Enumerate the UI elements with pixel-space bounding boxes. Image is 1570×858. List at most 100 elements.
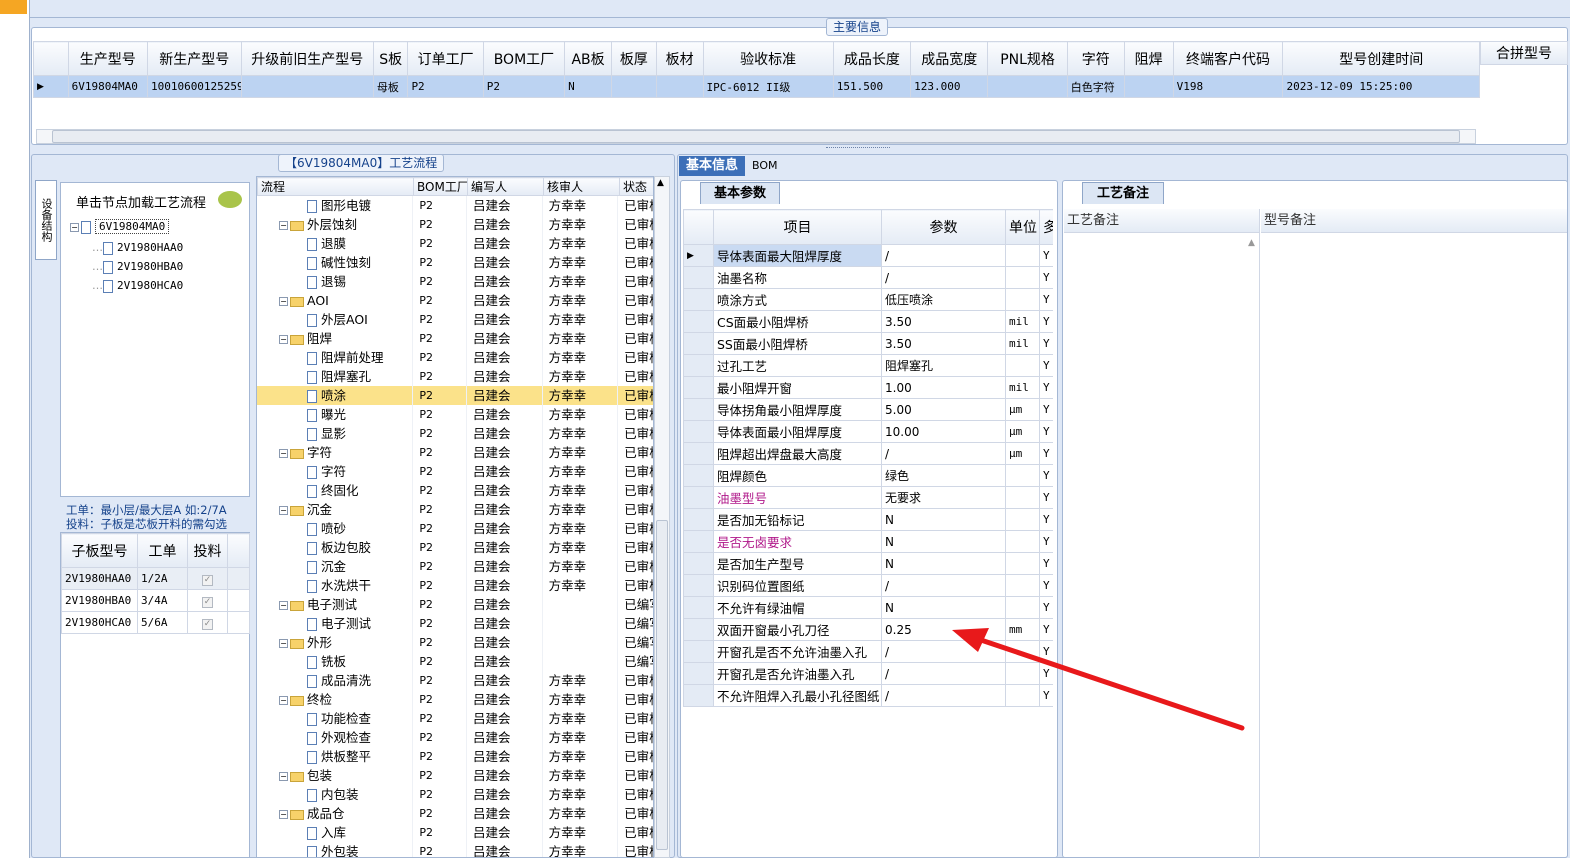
param-value-cell[interactable]: / [881,640,1006,663]
param-multi-cell[interactable]: Y [1039,376,1053,399]
process-scroll-thumb[interactable] [656,520,668,850]
main-col-header[interactable]: 成品长度 [832,41,912,76]
param-row[interactable]: 导体拐角最小阻焊厚度 5.00 μm Y [683,398,1053,421]
process-row[interactable]: − 沉金 P2吕建会方幸幸已审核 [257,500,653,519]
param-multi-cell[interactable]: Y [1039,310,1053,333]
param-row[interactable]: ▶ 导体表面最大阻焊厚度 / Y [683,244,1053,267]
param-multi-cell[interactable]: Y [1039,662,1053,685]
main-cell[interactable]: N [564,75,612,98]
notes-scroll-up-icon[interactable]: ▲ [1248,238,1255,248]
main-col-header[interactable]: PNL规格 [987,41,1068,76]
collapse-icon[interactable]: − [279,449,288,458]
param-multi-cell[interactable]: Y [1039,508,1053,531]
main-col-header[interactable]: 成品宽度 [910,41,989,76]
main-cell[interactable]: 2023-12-09 15:25:00 [1282,75,1480,98]
param-value-cell[interactable]: 1.00 [881,376,1006,399]
main-col-header[interactable]: 板厚 [610,41,657,76]
param-value-cell[interactable]: / [881,662,1006,685]
collapse-icon[interactable]: − [279,772,288,781]
tab-basic-params[interactable]: 基本参数 [700,182,780,204]
sub-col-header[interactable]: 子板型号 [61,533,138,568]
process-row[interactable]: 阻焊前处理 P2吕建会方幸幸已审核 [257,348,653,367]
process-row[interactable]: 碱性蚀刻 P2吕建会方幸幸已审核 [257,253,653,272]
param-row[interactable]: 是否加无铅标记 N Y [683,508,1053,531]
main-cell[interactable] [655,75,704,98]
collapse-icon[interactable]: − [279,810,288,819]
param-row[interactable]: 阻焊超出焊盘最大高度 / μm Y [683,442,1053,465]
sub-board-row[interactable]: 2V1980HCA0 5/6A ✓ [61,611,250,634]
param-value-cell[interactable]: / [881,574,1006,597]
param-row[interactable]: 不允许阻焊入孔最小孔径图纸 / Y [683,684,1053,707]
param-multi-cell[interactable]: Y [1039,420,1053,443]
process-row[interactable]: − AOI P2吕建会方幸幸已审核 [257,291,653,310]
process-row[interactable]: 图形电镀 P2吕建会方幸幸已审核 [257,196,653,215]
process-row[interactable]: 外包装 P2吕建会方幸幸已审核 [257,842,653,857]
scroll-thumb[interactable] [52,130,1460,143]
splitter-handle[interactable] [826,147,890,153]
process-row[interactable]: 终固化 P2吕建会方幸幸已审核 [257,481,653,500]
param-multi-cell[interactable]: Y [1039,288,1053,311]
param-row[interactable]: 是否无卤要求 N Y [683,530,1053,553]
process-row[interactable]: 沉金 P2吕建会方幸幸已审核 [257,557,653,576]
param-multi-cell[interactable]: Y [1039,266,1053,289]
param-row[interactable]: 阻焊颜色 绿色 Y [683,464,1053,487]
collapse-icon[interactable]: − [70,222,79,232]
process-col-header[interactable]: 流程 [257,177,414,196]
main-col-header[interactable]: 阻焊 [1123,41,1174,76]
param-multi-cell[interactable]: Y [1039,398,1053,421]
main-cell[interactable] [610,75,657,98]
tree-child-node[interactable]: … 2V1980HCA0 [92,276,183,295]
process-row[interactable]: 电子测试 P2吕建会 已编写 [257,614,653,633]
main-cell[interactable]: V198 [1172,75,1284,98]
process-row[interactable]: 内包装 P2吕建会方幸幸已审核 [257,785,653,804]
param-value-cell[interactable]: N [881,508,1006,531]
param-multi-cell[interactable]: Y [1039,354,1053,377]
process-row[interactable]: − 电子测试 P2吕建会 已编写 [257,595,653,614]
param-multi-cell[interactable]: Y [1039,552,1053,575]
param-row[interactable]: 是否加生产型号 N Y [683,552,1053,575]
main-cell[interactable]: IPC-6012 II级 [702,75,834,98]
params-col-header[interactable]: 多 [1039,209,1053,245]
feed-checkbox[interactable]: ✓ [202,575,213,586]
param-row[interactable]: CS面最小阻焊桥 3.50 mil Y [683,310,1053,333]
params-col-header[interactable]: 参数 [881,209,1006,245]
process-row[interactable]: 外层AOI P2吕建会方幸幸已审核 [257,310,653,329]
process-col-header[interactable]: 编写人 [467,177,544,196]
param-multi-cell[interactable]: Y [1039,464,1053,487]
feed-checkbox[interactable]: ✓ [202,597,213,608]
process-row[interactable]: 曝光 P2吕建会方幸幸已审核 [257,405,653,424]
main-col-header[interactable]: 升级前旧生产型号 [240,41,374,76]
tree-child-node[interactable]: … 2V1980HAA0 [92,238,183,257]
param-value-cell[interactable]: 绿色 [881,464,1006,487]
param-value-cell[interactable]: N [881,530,1006,553]
main-cell[interactable]: 母板 [372,75,409,98]
param-value-cell[interactable]: / [881,266,1006,289]
params-col-header[interactable]: 单位 [1005,209,1040,245]
main-col-header[interactable]: 新生产型号 [146,41,242,76]
collapse-icon[interactable]: − [279,221,288,230]
process-row[interactable]: − 包装 P2吕建会方幸幸已审核 [257,766,653,785]
sub-board-row[interactable]: 2V1980HAA0 1/2A ✓ [61,567,250,590]
process-row[interactable]: − 外形 P2吕建会 已编写 [257,633,653,652]
param-value-cell[interactable]: 低压喷涂 [881,288,1006,311]
main-col-header[interactable]: 板材 [655,41,704,76]
tab-process-notes[interactable]: 工艺备注 [1082,182,1164,204]
process-row[interactable]: 板边包胶 P2吕建会方幸幸已审核 [257,538,653,557]
process-row[interactable]: 外观检查 P2吕建会方幸幸已审核 [257,728,653,747]
param-multi-cell[interactable]: Y [1039,574,1053,597]
main-cell[interactable]: 123.000 [910,75,989,98]
sub-board-row[interactable]: 2V1980HBA0 3/4A ✓ [61,589,250,612]
process-row[interactable]: − 外层蚀刻 P2吕建会方幸幸已审核 [257,215,653,234]
tab-basic-info[interactable]: 基本信息 [679,156,745,176]
process-row[interactable]: 喷砂 P2吕建会方幸幸已审核 [257,519,653,538]
param-value-cell[interactable]: 5.00 [881,398,1006,421]
main-col-header[interactable]: 型号创建时间 [1282,41,1480,76]
sub-order-cell[interactable]: 1/2A [137,567,188,590]
param-multi-cell[interactable]: Y [1039,530,1053,553]
collapse-icon[interactable]: − [279,506,288,515]
param-row[interactable]: 开窗孔是否允许油墨入孔 / Y [683,662,1053,685]
collapse-icon[interactable]: − [279,335,288,344]
param-row[interactable]: 最小阻焊开窗 1.00 mil Y [683,376,1053,399]
process-row[interactable]: − 字符 P2吕建会方幸幸已审核 [257,443,653,462]
process-row[interactable]: − 终检 P2吕建会方幸幸已审核 [257,690,653,709]
